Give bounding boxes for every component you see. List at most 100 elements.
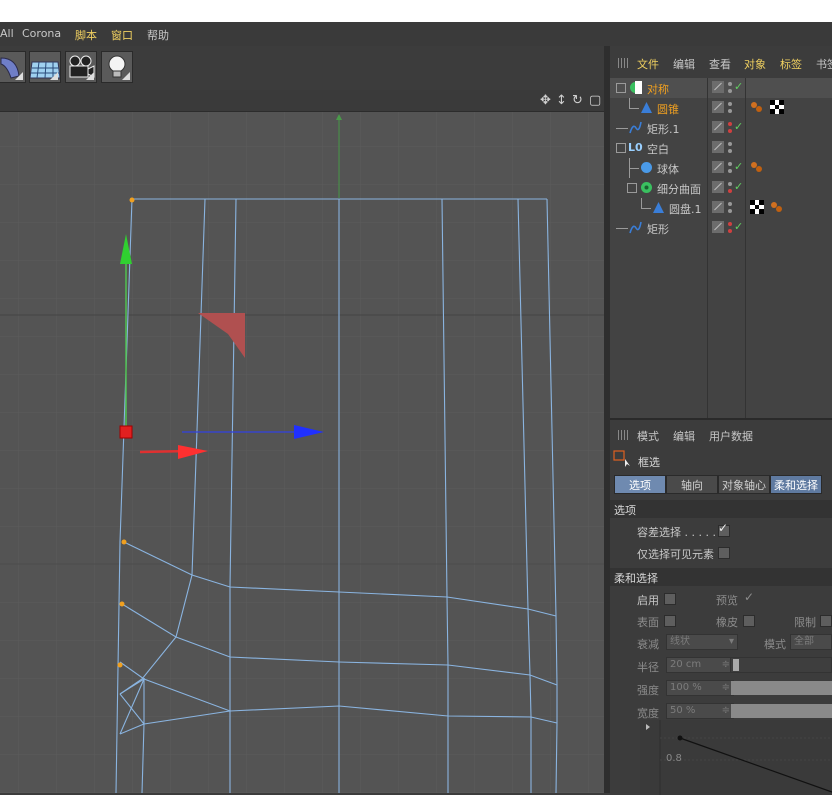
object-name[interactable]: 细分曲面 — [657, 181, 701, 197]
zoom-view-icon[interactable]: ↕ — [556, 93, 567, 108]
width-slider[interactable] — [731, 704, 832, 718]
spin-arrows-icon[interactable]: ≑ — [722, 658, 730, 672]
mode-dropdown[interactable]: 全部 — [790, 634, 832, 650]
object-row-null[interactable]: L0 空白 — [610, 138, 832, 158]
window-top-bar — [0, 0, 832, 22]
limit-checkbox[interactable] — [820, 615, 832, 627]
width-field[interactable]: 50 % ≑ — [666, 703, 734, 719]
material-tag-icon[interactable] — [770, 200, 784, 214]
object-name[interactable]: 矩形.1 — [647, 121, 680, 137]
spin-arrows-icon[interactable]: ≑ — [722, 681, 730, 695]
spin-arrows-icon[interactable]: ≑ — [722, 704, 730, 718]
collapse-icon[interactable] — [616, 83, 626, 93]
tab-soft-selection[interactable]: 柔和选择 — [770, 475, 822, 494]
main-menubar: All Corona 脚本 窗口 帮助 — [0, 22, 832, 46]
om-menu-edit[interactable]: 编辑 — [673, 56, 695, 72]
radius-slider[interactable] — [730, 657, 832, 673]
menu-window[interactable]: 窗口 — [111, 27, 133, 43]
menu-all[interactable]: All — [0, 27, 14, 40]
enabled-check-icon[interactable]: ✓ — [734, 80, 743, 93]
menu-script[interactable]: 脚本 — [75, 27, 97, 43]
tab-object-axis[interactable]: 对象轴心 — [718, 475, 770, 494]
layer-flag-icon[interactable] — [712, 121, 724, 133]
object-list[interactable]: 对称 ✓ 圆锥 矩形.1 ✓ L0 空白 球体 ✓ 细分曲面 ✓ 圆盘.1 矩形… — [610, 78, 832, 418]
layer-flag-icon[interactable] — [712, 81, 724, 93]
deformer-icon — [0, 57, 20, 79]
enabled-check-icon[interactable]: ✓ — [734, 120, 743, 133]
rubber-checkbox[interactable] — [743, 615, 755, 627]
object-row-subdivision-surface[interactable]: 细分曲面 ✓ — [610, 178, 832, 198]
om-menu-tags[interactable]: 标签 — [780, 56, 802, 72]
radius-field[interactable]: 20 cm ≑ — [666, 657, 734, 673]
strength-slider[interactable] — [731, 681, 832, 695]
tab-options[interactable]: 选项 — [614, 475, 666, 494]
object-row-rectangle[interactable]: 矩形 ✓ — [610, 218, 832, 238]
object-name[interactable]: 球体 — [657, 161, 679, 177]
material-tag-icon[interactable] — [750, 100, 764, 114]
om-menu-objects[interactable]: 对象 — [744, 56, 766, 72]
move-view-icon[interactable]: ✥ — [540, 93, 551, 108]
object-name[interactable]: 空白 — [647, 141, 669, 157]
texture-tag-icon[interactable] — [750, 200, 764, 214]
am-menu-mode[interactable]: 模式 — [637, 428, 659, 444]
light-button[interactable] — [101, 51, 133, 83]
am-menu-user-data[interactable]: 用户数据 — [709, 428, 753, 444]
object-row-rectangle-1[interactable]: 矩形.1 ✓ — [610, 118, 832, 138]
panel-grip-icon[interactable] — [618, 58, 630, 68]
menu-help[interactable]: 帮助 — [147, 27, 169, 43]
surface-checkbox[interactable] — [664, 615, 676, 627]
menu-corona[interactable]: Corona — [22, 27, 61, 40]
layer-flag-icon[interactable] — [712, 201, 724, 213]
collapse-icon[interactable] — [616, 143, 626, 153]
viewport-canvas[interactable] — [0, 112, 604, 793]
column-separator[interactable] — [707, 78, 708, 418]
object-row-sphere[interactable]: 球体 ✓ — [610, 158, 832, 178]
editor-viewport[interactable] — [0, 112, 604, 793]
preview-check-icon[interactable]: ✓ — [744, 590, 754, 604]
om-menu-file[interactable]: 文件 — [637, 56, 659, 72]
tab-axis[interactable]: 轴向 — [666, 475, 718, 494]
slider-handle[interactable] — [733, 659, 739, 671]
strength-field[interactable]: 100 % ≑ — [666, 680, 734, 696]
layer-flag-icon[interactable] — [712, 101, 724, 113]
enable-checkbox[interactable] — [664, 593, 676, 605]
object-name[interactable]: 圆锥 — [657, 101, 679, 117]
falloff-graph[interactable]: 0.8 — [640, 720, 832, 795]
layer-flag-icon[interactable] — [712, 181, 724, 193]
light-bulb-icon — [108, 55, 126, 78]
object-row-disc-1[interactable]: 圆盘.1 — [610, 198, 832, 218]
falloff-dropdown[interactable]: 线状 ▾ — [666, 634, 738, 650]
section-options[interactable]: 选项 — [610, 500, 832, 518]
enabled-check-icon[interactable]: ✓ — [734, 180, 743, 193]
gizmo-center[interactable] — [119, 425, 133, 439]
object-name[interactable]: 矩形 — [647, 221, 669, 237]
section-soft-selection[interactable]: 柔和选择 — [610, 568, 832, 586]
camera-button[interactable] — [65, 51, 97, 83]
collapse-icon[interactable] — [627, 183, 637, 193]
column-separator[interactable] — [745, 78, 746, 418]
subdivision-icon — [641, 182, 652, 193]
enabled-check-icon[interactable]: ✓ — [734, 160, 743, 173]
layer-flag-icon[interactable] — [712, 221, 724, 233]
material-tag-icon[interactable] — [750, 160, 764, 174]
enabled-check-icon[interactable]: ✓ — [734, 220, 743, 233]
graph-tick-label: 0.8 — [666, 753, 682, 764]
object-name[interactable]: 圆盘.1 — [669, 201, 702, 217]
mode-label: 模式 — [764, 638, 786, 651]
object-name[interactable]: 对称 — [647, 81, 669, 97]
visible-only-checkbox[interactable] — [718, 547, 730, 559]
deformer-button[interactable] — [0, 51, 26, 83]
object-row-symmetry[interactable]: 对称 ✓ — [610, 78, 832, 98]
object-row-cone[interactable]: 圆锥 — [610, 98, 832, 118]
om-menu-bookmarks[interactable]: 书签 — [816, 56, 832, 72]
am-menu-edit[interactable]: 编辑 — [673, 428, 695, 444]
layer-flag-icon[interactable] — [712, 161, 724, 173]
om-menu-view[interactable]: 查看 — [709, 56, 731, 72]
maximize-view-icon[interactable]: ▢ — [589, 93, 601, 108]
layer-flag-icon[interactable] — [712, 141, 724, 153]
panel-grip-icon[interactable] — [618, 430, 630, 440]
tolerance-check-icon: ✓ — [718, 521, 729, 535]
rotate-view-icon[interactable]: ↻ — [572, 93, 583, 108]
texture-tag-icon[interactable] — [770, 100, 784, 114]
floor-button[interactable] — [29, 51, 61, 83]
